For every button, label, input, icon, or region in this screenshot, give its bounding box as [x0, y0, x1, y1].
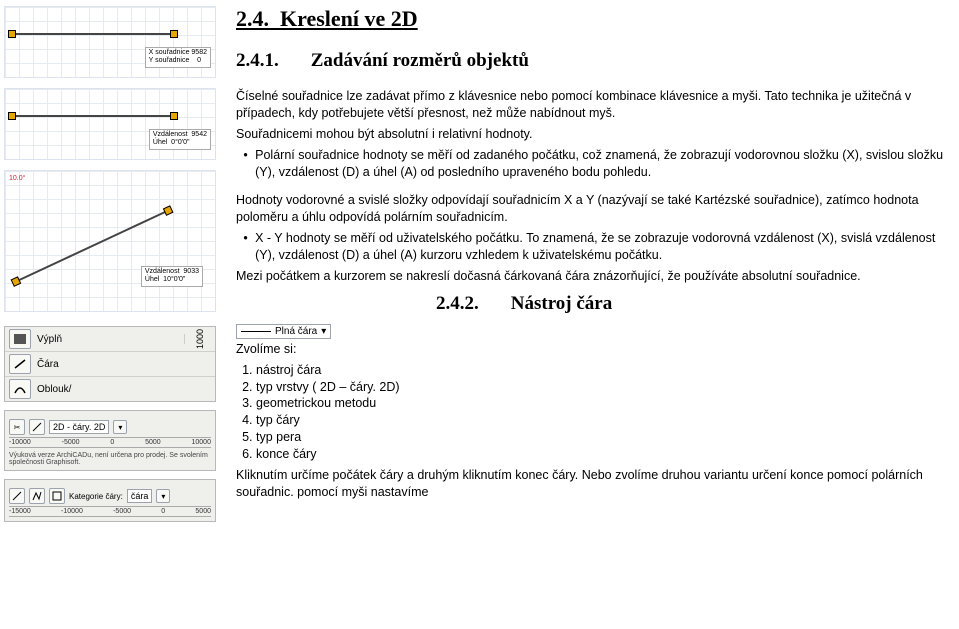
step-item: typ pera — [256, 429, 949, 446]
coord-grid-absolute: X souřadnice 9582 Y souřadnice 0 — [4, 6, 216, 78]
chevron-down-icon: ▾ — [321, 326, 326, 337]
layer-dropdown[interactable]: 2D - čáry. 2D — [49, 420, 109, 434]
step-item: konce čáry — [256, 446, 949, 463]
geom-method-icon-c[interactable] — [49, 488, 65, 504]
chevron-down-icon[interactable]: ▾ — [156, 489, 170, 503]
toolbar-strip-2: Kategorie čáry: čára ▾ -15000 -10000 -50… — [4, 479, 216, 522]
category-label: Kategorie čáry: — [69, 492, 123, 501]
para-cartesian: Hodnoty vodorovné a svislé složky odpoví… — [236, 192, 949, 226]
step-item: typ čáry — [256, 412, 949, 429]
para-final: Kliknutím určíme počátek čáry a druhým k… — [236, 467, 949, 501]
line-tool-icon[interactable] — [9, 354, 31, 374]
category-dropdown[interactable]: čára — [127, 489, 153, 503]
coord-tooltip-polar: Vzdálenost 9033 Úhel 10°0'0" — [141, 266, 203, 287]
para-types: Souřadnicemi mohou být absolutní i relat… — [236, 126, 949, 143]
scissors-icon[interactable]: ✂ — [9, 419, 25, 435]
zvolime-label: Zvolíme si: — [236, 341, 949, 358]
figure-column: X souřadnice 9582 Y souřadnice 0 Vzdálen… — [0, 0, 220, 629]
step-item: nástroj čára — [256, 362, 949, 379]
coord-tooltip-dist: Vzdálenost 9542 Úhel 0°0'0" — [149, 129, 211, 150]
linetype-dropdown[interactable]: Plná čára ▾ — [236, 324, 331, 339]
bullet-xy: • X - Y hodnoty se měří od uživatelského… — [236, 230, 949, 264]
para-dash: Mezi počátkem a kurzorem se nakreslí doč… — [236, 268, 949, 285]
fill-tool-icon[interactable] — [9, 329, 31, 349]
step-item: geometrickou metodu — [256, 395, 949, 412]
trial-disclaimer: Výuková verze ArchiCADu, není určena pro… — [9, 450, 211, 468]
subsection-heading-2: 2.4.2. Nástroj čára — [436, 293, 949, 315]
step-item: typ vrstvy ( 2D – čáry. 2D) — [256, 379, 949, 396]
tool-label-fill: Výplň — [37, 334, 62, 345]
section-heading: 2.4. Kreslení ve 2D — [236, 6, 949, 32]
subsection-heading-1: 2.4.1. Zadávání rozměrů objektů — [236, 50, 949, 72]
steps-list: nástroj čára typ vrstvy ( 2D – čáry. 2D)… — [236, 362, 949, 463]
toolbar-strip-1: ✂ 2D - čáry. 2D ▾ -10000 -5000 0 5000 10… — [4, 410, 216, 471]
dim-value-1000: 1000 — [195, 329, 205, 349]
geom-method-icon-b[interactable] — [29, 488, 45, 504]
bullet-polar: • Polární souřadnice hodnoty se měří od … — [236, 147, 949, 181]
chevron-down-icon[interactable]: ▾ — [113, 420, 127, 434]
geom-method-icon-a[interactable] — [9, 488, 25, 504]
coord-grid-polar: 10.0° Vzdálenost 9033 Úhel 10°0'0" — [4, 170, 216, 312]
tool-palette: Výplň 1000 Čára Oblouk/ — [4, 326, 216, 402]
para-intro: Číselné souřadnice lze zadávat přímo z k… — [236, 88, 949, 122]
arc-tool-icon[interactable] — [9, 379, 31, 399]
ruler-top: -10000 -5000 0 5000 10000 — [9, 437, 211, 448]
angle-label: 10.0° — [9, 175, 25, 182]
line-mode-icon[interactable] — [29, 419, 45, 435]
text-column: 2.4. Kreslení ve 2D 2.4.1. Zadávání rozm… — [220, 0, 959, 629]
tool-label-arc: Oblouk/ — [37, 384, 71, 395]
tool-label-line: Čára — [37, 359, 59, 370]
coord-tooltip-xy: X souřadnice 9582 Y souřadnice 0 — [145, 47, 211, 68]
ruler-bottom: -15000 -10000 -5000 0 5000 — [9, 506, 211, 517]
coord-grid-distance: Vzdálenost 9542 Úhel 0°0'0" — [4, 88, 216, 160]
